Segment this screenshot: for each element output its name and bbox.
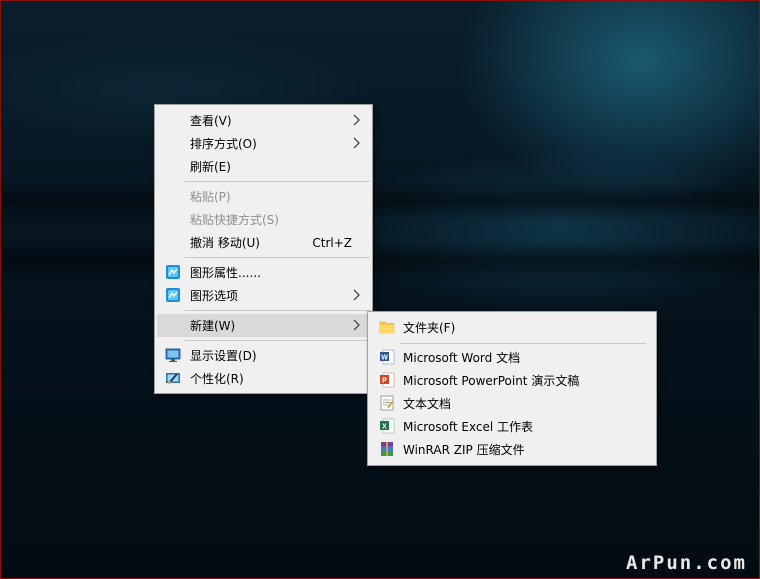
menu-item-display-settings[interactable]: 显示设置(D): [157, 344, 370, 367]
display-icon: [165, 348, 181, 362]
menu-item-label: 图形属性......: [190, 266, 261, 280]
menu-separator: [400, 343, 646, 344]
submenu-item-word-document[interactable]: W Microsoft Word 文档: [370, 346, 654, 369]
svg-text:P: P: [382, 378, 387, 385]
menu-item-shortcut: Ctrl+Z: [312, 235, 352, 250]
menu-item-new[interactable]: 新建(W): [157, 314, 370, 337]
graphics-icon: [166, 265, 180, 279]
menu-item-graphics-options[interactable]: 图形选项: [157, 284, 370, 307]
menu-item-label: 新建(W): [190, 319, 236, 333]
menu-item-label: 粘贴快捷方式(S): [190, 213, 279, 227]
excel-icon: X: [380, 418, 395, 434]
menu-item-sort-by[interactable]: 排序方式(O): [157, 132, 370, 155]
menu-item-refresh[interactable]: 刷新(E): [157, 155, 370, 178]
submenu-item-powerpoint[interactable]: P Microsoft PowerPoint 演示文稿: [370, 369, 654, 392]
menu-separator: [185, 340, 370, 341]
submenu-item-excel[interactable]: X Microsoft Excel 工作表: [370, 415, 654, 438]
desktop-context-menu: 查看(V) 排序方式(O) 刷新(E) 粘贴(P) 粘贴快捷方式(S) 撤消 移…: [154, 104, 373, 394]
submenu-item-label: Microsoft Excel 工作表: [403, 420, 534, 434]
wallpaper-light-band: [1, 181, 759, 221]
chevron-right-icon: [353, 114, 360, 126]
menu-separator: [185, 257, 370, 258]
menu-item-label: 粘贴(P): [190, 190, 231, 204]
winrar-icon: [381, 442, 393, 456]
submenu-item-label: WinRAR ZIP 压缩文件: [403, 443, 525, 457]
submenu-item-text-document[interactable]: 文本文档: [370, 392, 654, 415]
menu-item-label: 图形选项: [190, 289, 239, 303]
chevron-right-icon: [353, 289, 360, 301]
menu-item-label: 排序方式(O): [190, 137, 257, 151]
submenu-item-label: 文件夹(F): [403, 321, 456, 335]
menu-item-label: 显示设置(D): [190, 349, 257, 363]
svg-text:X: X: [382, 424, 387, 431]
submenu-item-winrar-zip[interactable]: WinRAR ZIP 压缩文件: [370, 438, 654, 461]
chevron-right-icon: [353, 319, 360, 331]
submenu-item-folder[interactable]: 文件夹(F): [370, 316, 654, 339]
new-submenu: 文件夹(F) W Microsoft Word 文档 P Microsoft P…: [367, 311, 657, 466]
submenu-item-label: Microsoft Word 文档: [403, 351, 521, 365]
submenu-item-label: 文本文档: [403, 397, 452, 411]
personalize-icon: [166, 373, 180, 384]
menu-item-paste-shortcut[interactable]: 粘贴快捷方式(S): [157, 208, 370, 231]
submenu-item-label: Microsoft PowerPoint 演示文稿: [403, 374, 580, 388]
text-document-icon: [380, 395, 394, 411]
folder-icon: [379, 321, 395, 334]
svg-text:W: W: [381, 355, 388, 362]
menu-item-personalize[interactable]: 个性化(R): [157, 367, 370, 390]
desktop-background[interactable]: 查看(V) 排序方式(O) 刷新(E) 粘贴(P) 粘贴快捷方式(S) 撤消 移…: [0, 0, 760, 579]
menu-item-undo-move[interactable]: 撤消 移动(U) Ctrl+Z: [157, 231, 370, 254]
menu-separator: [185, 181, 370, 182]
menu-item-label: 个性化(R): [190, 372, 244, 386]
menu-item-label: 查看(V): [190, 114, 232, 128]
menu-item-paste[interactable]: 粘贴(P): [157, 185, 370, 208]
menu-separator: [185, 310, 370, 311]
powerpoint-icon: P: [380, 372, 395, 388]
wallpaper-light-band: [1, 241, 759, 281]
graphics-icon: [166, 288, 180, 302]
word-icon: W: [380, 349, 395, 365]
site-watermark: ArPun.com: [626, 552, 747, 574]
menu-item-label: 刷新(E): [190, 160, 231, 174]
chevron-right-icon: [353, 137, 360, 149]
menu-item-graphics-properties[interactable]: 图形属性......: [157, 261, 370, 284]
menu-item-view[interactable]: 查看(V): [157, 109, 370, 132]
menu-item-label: 撤消 移动(U): [190, 236, 260, 250]
